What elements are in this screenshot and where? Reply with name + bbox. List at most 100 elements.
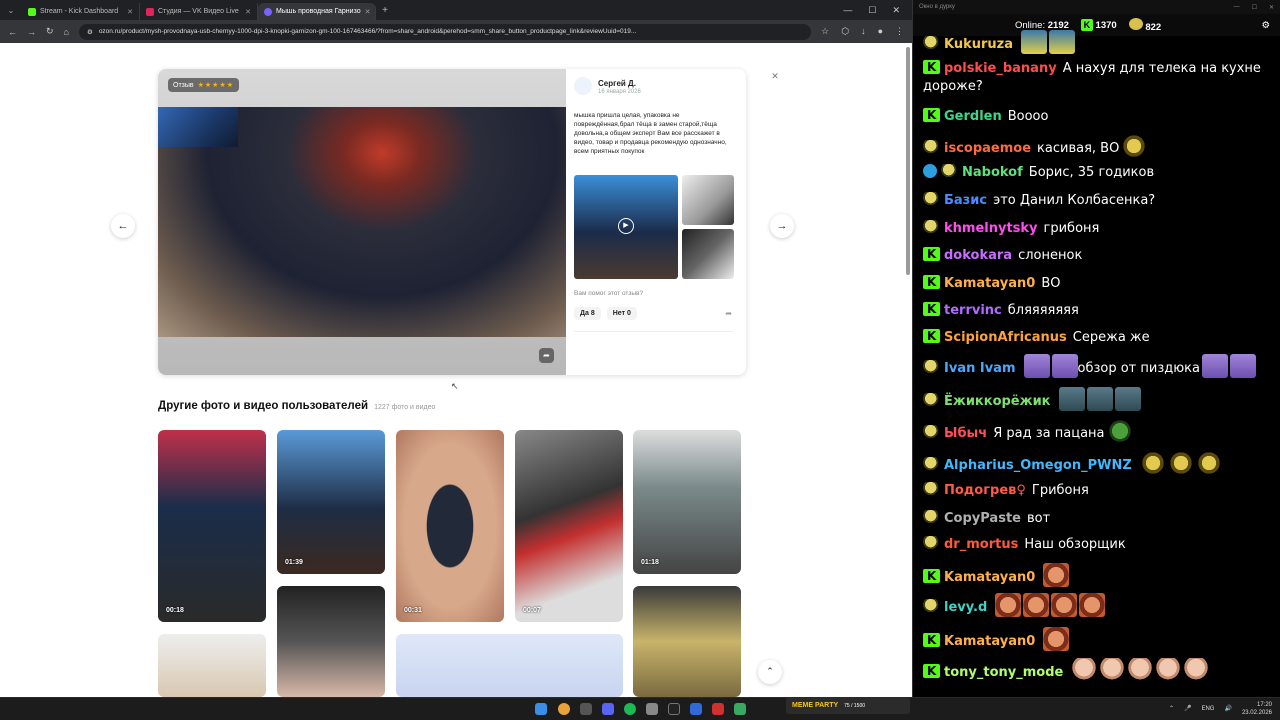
gallery-item[interactable]: 00:18	[158, 430, 266, 622]
gallery-item[interactable]	[277, 586, 385, 697]
helpful-yes-button[interactable]: Да 8	[574, 307, 601, 320]
maximize-icon[interactable]: ☐	[1252, 4, 1257, 11]
clock[interactable]: 17:20 23.02.2026	[1242, 701, 1272, 717]
review-video[interactable]	[158, 107, 566, 337]
profile-icon[interactable]: ●	[878, 26, 883, 37]
tab-ozon-product[interactable]: Мышь проводная Гарнизо ✕	[258, 3, 376, 20]
reload-icon[interactable]: ↻	[46, 26, 54, 37]
chat-username[interactable]: Gerdlen	[944, 109, 1002, 124]
pepe-badge-icon	[923, 393, 940, 407]
new-tab-icon[interactable]: +	[376, 5, 394, 16]
next-review-button[interactable]: →	[770, 214, 794, 238]
chat-message: Nabokof Борис, 35 годиков	[923, 164, 1273, 182]
app-icon[interactable]	[712, 703, 724, 715]
chat-username[interactable]: polskie_banany	[944, 61, 1057, 76]
chat-message: dokokara слоненок	[923, 245, 1273, 265]
scroll-to-top-button[interactable]: ⌃	[758, 660, 782, 684]
mic-icon[interactable]: 🎤	[1184, 705, 1191, 712]
forward-icon[interactable]: →	[27, 27, 36, 37]
chat-username[interactable]: dokokara	[944, 248, 1012, 263]
review-media-viewer[interactable]: Отзыв ★★★★★ ➦	[158, 69, 566, 375]
share-media-icon[interactable]: ➦	[539, 348, 554, 363]
maximize-icon[interactable]: ☐	[868, 5, 876, 16]
chat-username[interactable]: terrvinc	[944, 303, 1002, 318]
chat-text: касивая, ВО	[1037, 141, 1120, 156]
spotify-icon[interactable]	[624, 703, 636, 715]
review-photo-thumb[interactable]	[682, 229, 734, 279]
chat-username[interactable]: Подогрев♀	[944, 483, 1026, 498]
site-info-icon[interactable]: ⚙	[87, 28, 93, 36]
close-window-icon[interactable]: ✕	[892, 5, 900, 16]
chat-username[interactable]: Kamatayan0	[944, 634, 1035, 649]
chat-text: вот	[1026, 511, 1051, 526]
gallery-item[interactable]	[396, 634, 623, 697]
minimize-icon[interactable]: —	[843, 5, 852, 16]
start-icon[interactable]	[535, 703, 547, 715]
steam-icon[interactable]	[646, 703, 658, 715]
gallery-item[interactable]: 00:31	[396, 430, 504, 622]
chat-username[interactable]: Nabokof	[962, 165, 1023, 180]
review-thumbnails: ▶	[574, 175, 734, 279]
gallery-item[interactable]: 01:18	[633, 430, 741, 574]
chat-username[interactable]: khmelnytsky	[944, 221, 1038, 236]
app-icon[interactable]	[580, 703, 592, 715]
prev-review-button[interactable]: ←	[111, 214, 135, 238]
chat-emote-icon	[1183, 658, 1210, 682]
browser-toolbar: ← → ↻ ⌂ ⚙ ozon.ru/product/mysh-provodnay…	[0, 20, 912, 43]
meme-party-widget[interactable]: MEME PARTY 75 / 1500	[786, 697, 910, 714]
home-icon[interactable]: ⌂	[64, 27, 69, 37]
pepe-badge-icon	[923, 536, 940, 550]
downloads-icon[interactable]: ↓	[861, 26, 866, 37]
tray-chevron-icon[interactable]: ⌃	[1169, 705, 1174, 712]
gallery-item[interactable]	[158, 634, 266, 697]
chat-username[interactable]: Базис	[944, 193, 987, 208]
ozon-favicon-icon	[264, 7, 272, 16]
tab-kick-dashboard[interactable]: Stream - Kick Dashboard ✕	[22, 3, 140, 20]
close-modal-icon[interactable]: ✕	[768, 71, 782, 85]
helpful-no-button[interactable]: Нет 0	[606, 307, 637, 320]
tab-search-icon[interactable]: ⌄	[0, 6, 22, 15]
browser-window: ⌄ Stream - Kick Dashboard ✕ Студия — VK …	[0, 0, 912, 697]
app-icon[interactable]	[734, 703, 746, 715]
chat-username[interactable]: tony_tony_mode	[944, 665, 1063, 680]
volume-icon[interactable]: 🔊	[1224, 705, 1231, 712]
chat-username[interactable]: iscopaemoe	[944, 141, 1031, 156]
language-indicator[interactable]: ENG	[1201, 706, 1214, 712]
back-icon[interactable]: ←	[8, 27, 17, 37]
review-video-thumb[interactable]: ▶	[574, 175, 678, 279]
chat-username[interactable]: Ivan Ivam	[944, 361, 1016, 376]
close-tab-icon[interactable]: ✕	[127, 8, 133, 16]
chat-username[interactable]: ScipionAfricanus	[944, 330, 1067, 345]
chat-username[interactable]: Ыбыч	[944, 426, 987, 441]
chat-message: Ёжиккорёжик	[923, 387, 1273, 411]
gallery-item[interactable]: 00:07	[515, 430, 623, 622]
bookmark-star-icon[interactable]: ☆	[821, 26, 829, 37]
review-photo-thumb[interactable]	[682, 175, 734, 225]
chat-username[interactable]: Kamatayan0	[944, 276, 1035, 291]
obs-icon[interactable]	[668, 703, 680, 715]
chat-username[interactable]: Ёжиккорёжик	[944, 394, 1051, 409]
address-bar[interactable]: ⚙ ozon.ru/product/mysh-provodnaya-usb-ch…	[78, 23, 812, 40]
app-icon[interactable]	[690, 703, 702, 715]
chat-username[interactable]: Alpharius_Omegon_PWNZ	[944, 458, 1132, 473]
play-icon[interactable]: ▶	[618, 218, 634, 234]
chat-username[interactable]: dr_mortus	[944, 537, 1018, 552]
chat-username[interactable]: CopyPaste	[944, 511, 1021, 526]
close-window-icon[interactable]: ✕	[1269, 4, 1274, 11]
chat-username[interactable]: levy.d	[944, 600, 987, 615]
page-scrollbar[interactable]	[906, 47, 910, 275]
chrome-icon[interactable]	[558, 703, 570, 715]
settings-gear-icon[interactable]: ⚙	[1261, 20, 1270, 31]
chat-username[interactable]: Kamatayan0	[944, 570, 1035, 585]
tab-vk-video[interactable]: Студия — VK Видео Live ✕	[140, 3, 258, 20]
gallery-item[interactable]	[633, 586, 741, 697]
menu-icon[interactable]: ⋮	[895, 26, 904, 37]
gallery-item[interactable]: 01:39	[277, 430, 385, 574]
chat-username[interactable]: Kukuruza	[944, 37, 1013, 52]
minimize-icon[interactable]: —	[1234, 4, 1240, 11]
extension-icon[interactable]: ⬡	[841, 26, 849, 37]
close-tab-icon[interactable]: ✕	[365, 8, 371, 16]
share-review-icon[interactable]: ➦	[725, 309, 732, 318]
close-tab-icon[interactable]: ✕	[245, 8, 251, 16]
discord-icon[interactable]	[602, 703, 614, 715]
